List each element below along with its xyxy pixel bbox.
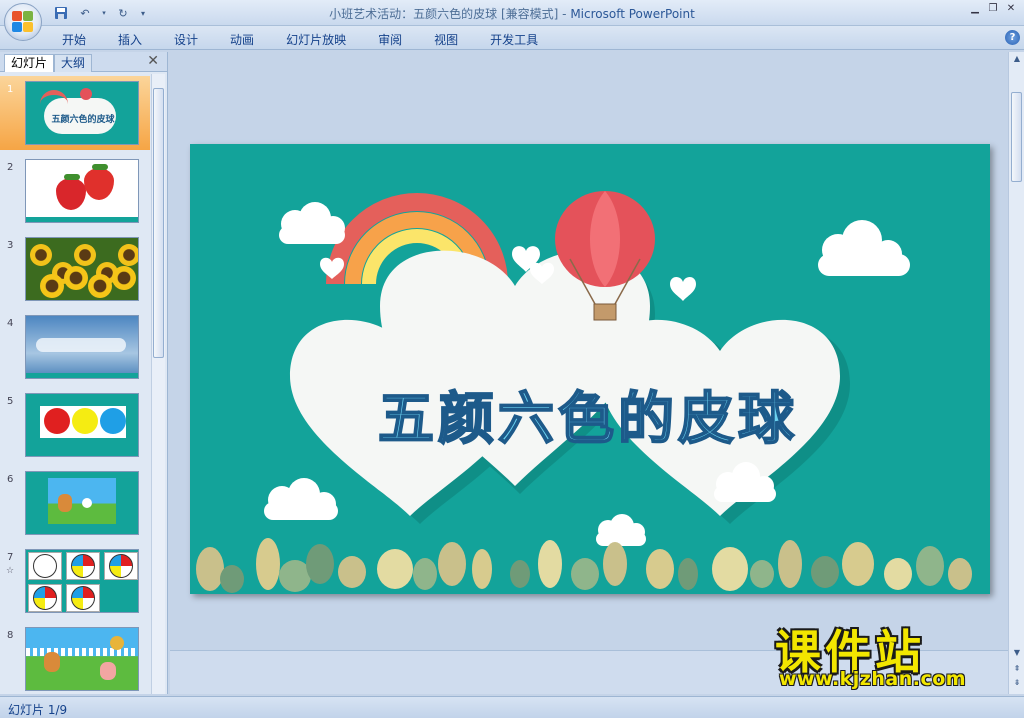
status-bar: 幻灯片 1/9 [0,696,1024,718]
slide-thumbnail-1[interactable]: 1 五颜六色的皮球 [0,76,150,150]
scroll-up-icon[interactable]: ▲ [1011,54,1023,63]
minimize-icon[interactable]: ▁ [968,2,982,16]
slide-thumbnail-3[interactable]: 3 [0,232,150,306]
editor-scrollbar-thumb[interactable] [1011,92,1022,182]
slide-title[interactable]: 五颜六色的皮球 [308,374,868,455]
office-logo-icon [12,11,34,33]
slide-thumbnail-image [25,393,139,457]
slide-artwork [190,144,990,594]
slide-number: 3 [7,240,14,251]
slide-thumbnails: 1 五颜六色的皮球 2 3 4 5 6 7 ☆ 8 [0,74,150,694]
previous-slide-icon[interactable]: ⇞ [1011,664,1023,673]
pane-tabs: 幻灯片 大纲 ✕ [0,52,167,72]
slide-number: 4 [7,318,14,329]
thumbnail-scrollbar[interactable] [151,74,165,694]
slide-number: 6 [7,474,14,485]
slide-thumbnail-8[interactable]: 8 [0,622,150,694]
ribbon-tab-4[interactable]: 幻灯片放映 [270,31,362,48]
office-button[interactable] [4,3,42,41]
slide-thumbnail-image [25,159,139,223]
slide-thumbnail-image [25,315,139,379]
slide-number: 5 [7,396,14,407]
slide-thumbnail-7[interactable]: 7 ☆ [0,544,150,618]
slide-thumbnail-5[interactable]: 5 [0,388,150,462]
tab-slides[interactable]: 幻灯片 [4,54,55,72]
title-bar: ↶ ▾ ↻ ▾ 小班艺术活动：五颜六色的皮球 [兼容模式] - Microsof… [0,0,1024,26]
scrollbar-thumb[interactable] [153,88,164,358]
slide-number: 7 [7,552,14,563]
help-icon[interactable]: ? [1005,30,1020,45]
slide-thumbnail-image [25,471,139,535]
ribbon-tab-7[interactable]: 开发工具 [474,31,554,48]
slide-number: 8 [7,630,14,641]
thumbnail-title: 五颜六色的皮球 [51,115,115,125]
slide-thumbnail-image [25,627,139,691]
slide-editor: 五颜六色的皮球 [170,52,1008,648]
tab-outline[interactable]: 大纲 [54,54,93,72]
slide-thumbnail-4[interactable]: 4 [0,310,150,384]
editor-scrollbar[interactable]: ▲ ▼ ⇞ ⇟ [1008,52,1024,694]
slide-thumbnail-image [25,549,139,613]
slide-thumbnail-6[interactable]: 6 [0,466,150,540]
window-title: 小班艺术活动：五颜六色的皮球 [兼容模式] - Microsoft PowerP… [329,7,695,21]
slide-thumbnail-image: 五颜六色的皮球 [25,81,139,145]
ribbon-tabs: 开始 插入 设计 动画 幻灯片放映 审阅 视图 开发工具 [46,31,554,48]
ribbon-tab-1[interactable]: 插入 [102,31,158,48]
close-icon[interactable]: ✕ [1004,2,1018,16]
ribbon-tab-5[interactable]: 审阅 [362,31,418,48]
window-controls: ▁ ❐ ✕ [968,2,1018,16]
next-slide-icon[interactable]: ⇟ [1011,678,1023,687]
slide-thumbnail-2[interactable]: 2 [0,154,150,228]
notes-pane[interactable] [170,650,1008,694]
close-pane-icon[interactable]: ✕ [147,53,159,69]
ribbon-tab-2[interactable]: 设计 [158,31,214,48]
ribbon-tab-3[interactable]: 动画 [214,31,270,48]
animation-star-icon: ☆ [6,566,15,576]
slide-number: 2 [7,162,14,173]
ribbon-tab-6[interactable]: 视图 [418,31,474,48]
ribbon: 开始 插入 设计 动画 幻灯片放映 审阅 视图 开发工具 ? [0,26,1024,50]
slide-thumbnail-image [25,237,139,301]
restore-icon[interactable]: ❐ [986,2,1000,16]
slide-number: 1 [7,84,14,95]
ribbon-tab-0[interactable]: 开始 [46,31,102,48]
current-slide[interactable]: 五颜六色的皮球 [190,144,990,594]
slides-pane: 幻灯片 大纲 ✕ 1 五颜六色的皮球 2 3 4 5 6 7 ☆ 8 [0,52,168,694]
scroll-down-icon[interactable]: ▼ [1011,648,1023,657]
slide-counter: 幻灯片 1/9 [8,703,68,717]
